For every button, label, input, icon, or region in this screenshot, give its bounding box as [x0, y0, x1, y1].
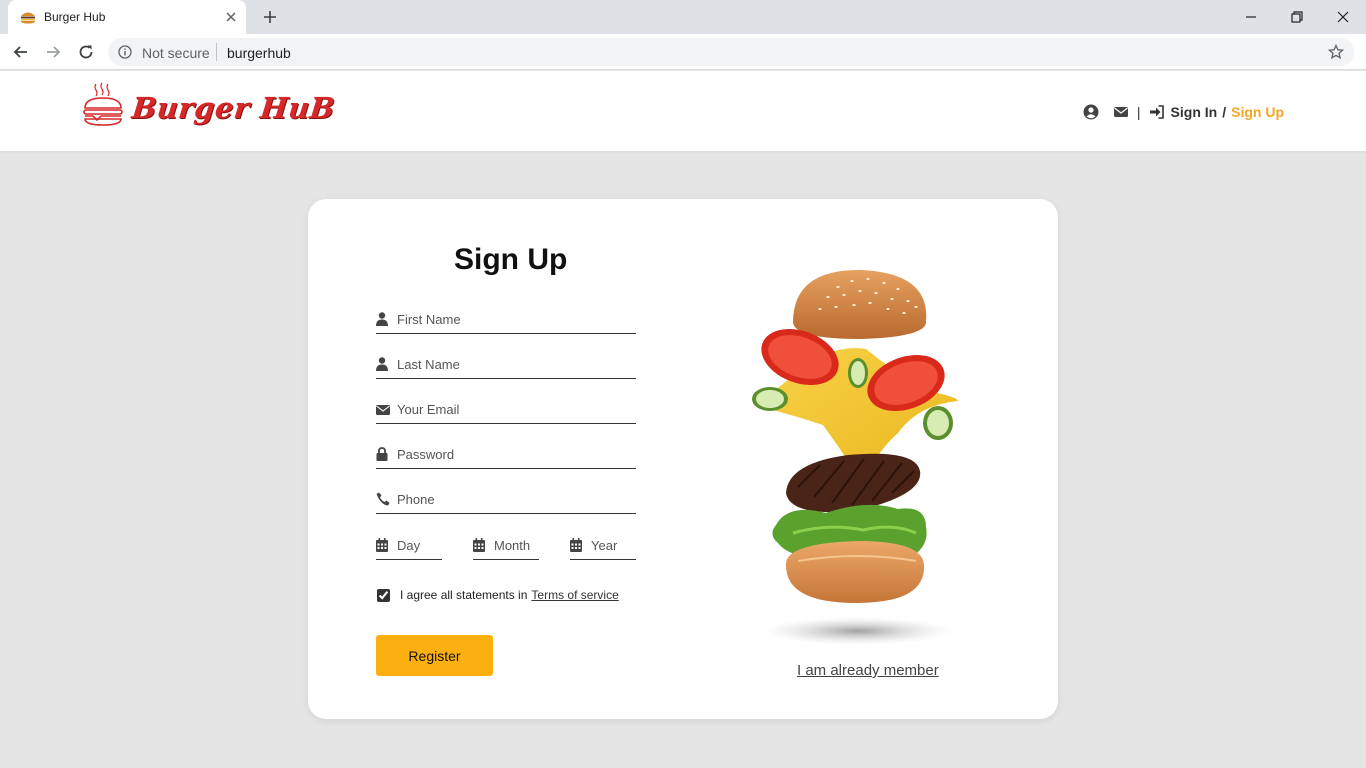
burger-logo-icon[interactable]	[82, 81, 124, 127]
year-input[interactable]	[591, 535, 635, 555]
last-name-input[interactable]	[397, 354, 632, 374]
burger-illustration	[752, 269, 958, 645]
first-name-input[interactable]	[397, 309, 632, 329]
url-divider	[216, 43, 217, 61]
signup-card: Sign Up First Name Last Name Your Email …	[308, 199, 1058, 719]
user-icon	[376, 357, 388, 371]
back-arrow-icon[interactable]	[10, 41, 32, 63]
security-status: Not secure	[142, 45, 210, 61]
already-member-link[interactable]: I am already member	[797, 662, 939, 679]
user-circle-icon[interactable]	[1083, 104, 1099, 120]
nav-pipe: |	[1136, 104, 1141, 120]
phone-icon	[376, 492, 390, 506]
phone-field	[376, 484, 636, 514]
envelope-icon	[376, 405, 390, 415]
calendar-icon	[376, 538, 388, 552]
terms-link[interactable]: Terms of service	[531, 588, 618, 602]
tab-title: Burger Hub	[44, 10, 106, 24]
nav-slash: /	[1222, 104, 1227, 120]
forward-arrow-icon[interactable]	[42, 41, 64, 63]
sign-up-link[interactable]: Sign Up	[1231, 104, 1284, 120]
day-input[interactable]	[397, 535, 441, 555]
email-field	[376, 394, 636, 424]
day-field	[376, 530, 442, 560]
email-input[interactable]	[397, 399, 632, 419]
month-input[interactable]	[494, 535, 538, 555]
close-window-icon[interactable]	[1332, 6, 1354, 28]
browser-tab-bar: Burger Hub	[0, 0, 1366, 34]
calendar-icon	[473, 538, 485, 552]
envelope-icon[interactable]	[1113, 104, 1129, 120]
sign-in-icon	[1149, 105, 1164, 119]
burger-favicon-icon	[21, 12, 35, 24]
page-title: Sign Up	[454, 243, 568, 276]
logo-text[interactable]: Burger HuB	[130, 91, 337, 125]
bookmark-star-icon[interactable]	[1328, 44, 1344, 60]
minimize-icon[interactable]	[1240, 6, 1262, 28]
phone-input[interactable]	[397, 489, 632, 509]
sign-in-link[interactable]: Sign In	[1171, 104, 1218, 120]
last-name-field	[376, 349, 636, 379]
url-text[interactable]: burgerhub	[227, 45, 291, 61]
lock-icon	[376, 447, 388, 461]
terms-agreement: I agree all statements in Terms of servi…	[376, 587, 619, 603]
year-field	[570, 530, 636, 560]
browser-toolbar: Not secure burgerhub	[0, 34, 1366, 70]
register-button[interactable]: Register	[376, 635, 493, 676]
reload-icon[interactable]	[75, 41, 97, 63]
new-tab-icon[interactable]	[260, 7, 280, 27]
restore-icon[interactable]	[1286, 6, 1308, 28]
site-header: Burger HuB | Sign In / Sign Up	[0, 71, 1366, 151]
address-bar[interactable]: Not secure burgerhub	[108, 38, 1354, 66]
header-nav: | Sign In / Sign Up	[1083, 102, 1284, 122]
close-tab-icon[interactable]	[222, 8, 240, 26]
browser-tab[interactable]: Burger Hub	[8, 0, 246, 34]
first-name-field	[376, 304, 636, 334]
calendar-icon	[570, 538, 582, 552]
user-icon	[376, 312, 388, 326]
password-field	[376, 439, 636, 469]
password-input[interactable]	[397, 444, 632, 464]
info-icon[interactable]	[118, 45, 132, 59]
month-field	[473, 530, 539, 560]
terms-checkbox[interactable]	[377, 588, 390, 602]
agree-text: I agree all statements in	[400, 588, 528, 602]
